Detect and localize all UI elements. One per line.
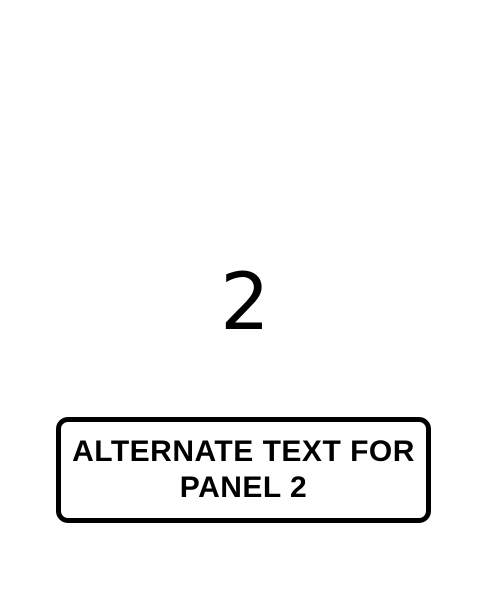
alt-text-caption-box: ALTERNATE TEXT FOR PANEL 2 (56, 417, 431, 523)
comic-panel: 2 ALTERNATE TEXT FOR PANEL 2 (0, 0, 490, 600)
alt-text-line-2: PANEL 2 (179, 471, 308, 504)
panel-number: 2 (220, 258, 270, 348)
alt-text-line-1: ALTERNATE TEXT FOR (72, 435, 415, 468)
